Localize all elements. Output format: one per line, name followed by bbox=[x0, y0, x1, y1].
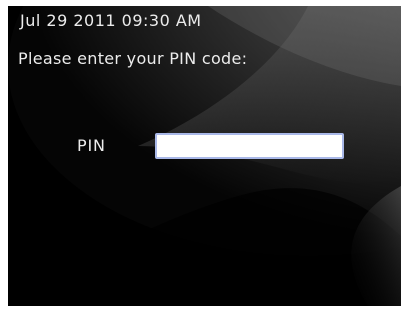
timestamp: Jul 29 2011 09:30 AM bbox=[20, 11, 202, 30]
pin-input[interactable] bbox=[155, 133, 344, 159]
pin-label: PIN bbox=[77, 136, 106, 155]
pin-prompt: Please enter your PIN code: bbox=[18, 49, 248, 68]
pin-entry-screen: Jul 29 2011 09:30 AM Please enter your P… bbox=[8, 6, 401, 306]
